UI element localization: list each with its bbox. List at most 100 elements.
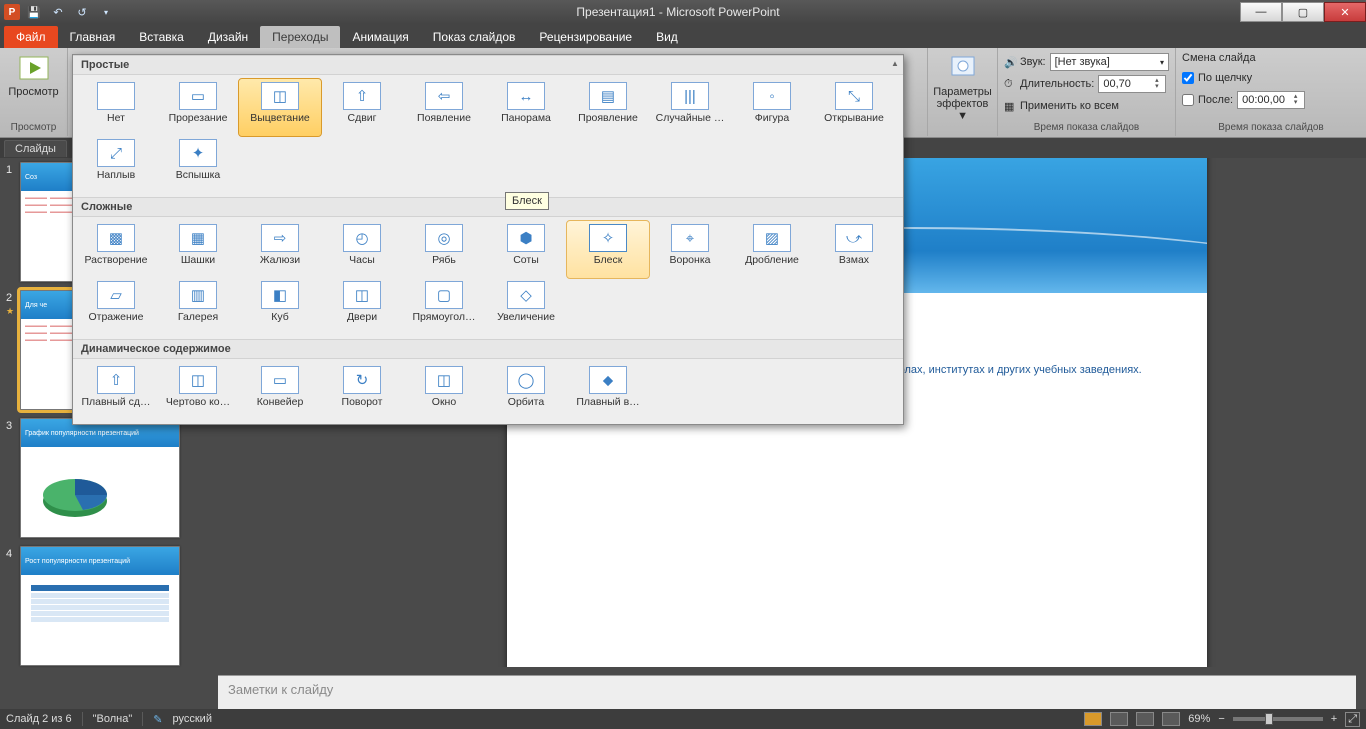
after-spinner[interactable]: 00:00,00▴▾ bbox=[1237, 91, 1305, 109]
transition-чертовоко[interactable]: ◫Чертово ко… bbox=[157, 363, 239, 420]
transition-часы[interactable]: ◴Часы bbox=[321, 221, 403, 278]
zoom-in-button[interactable]: + bbox=[1331, 713, 1337, 725]
transition-icon: ✦ bbox=[179, 139, 217, 167]
transition-наплыв[interactable]: ⤢Наплыв bbox=[75, 136, 157, 193]
gallery-scrollbar[interactable]: ▲ bbox=[889, 59, 901, 420]
transition-выцветание[interactable]: ◫Выцветание bbox=[239, 79, 321, 136]
transition-шашки[interactable]: ▦Шашки bbox=[157, 221, 239, 278]
qat-menu-icon[interactable]: ▾ bbox=[96, 3, 116, 21]
transition-сдвиг[interactable]: ⇧Сдвиг bbox=[321, 79, 403, 136]
transition-label: Рябь bbox=[432, 255, 456, 266]
transition-появление[interactable]: ⇦Появление bbox=[403, 79, 485, 136]
tab-insert[interactable]: Вставка bbox=[127, 26, 196, 48]
tab-review[interactable]: Рецензирование bbox=[527, 26, 644, 48]
minimize-button[interactable]: — bbox=[1240, 2, 1282, 22]
zoom-out-button[interactable]: − bbox=[1218, 713, 1224, 725]
theme-name: "Волна" bbox=[93, 713, 133, 725]
transition-жалюзи[interactable]: ⇨Жалюзи bbox=[239, 221, 321, 278]
transition-галерея[interactable]: ▥Галерея bbox=[157, 278, 239, 335]
duration-spinner[interactable]: 00,70▴▾ bbox=[1098, 75, 1166, 93]
slides-tab[interactable]: Слайды bbox=[4, 140, 67, 157]
transition-icon: ⇧ bbox=[343, 82, 381, 110]
undo-icon[interactable]: ↶ bbox=[48, 3, 68, 21]
gallery-category-header: Сложные bbox=[73, 197, 903, 217]
transition-icon: ↻ bbox=[343, 366, 381, 394]
spellcheck-icon[interactable]: ✎ bbox=[153, 713, 162, 726]
notes-pane[interactable]: Заметки к слайду bbox=[218, 675, 1356, 709]
tab-slideshow[interactable]: Показ слайдов bbox=[421, 26, 528, 48]
transition-icon: ◇ bbox=[507, 281, 545, 309]
transition-плавныйв[interactable]: ⬥Плавный в… bbox=[567, 363, 649, 420]
maximize-button[interactable]: ▢ bbox=[1282, 2, 1324, 22]
transition-взмах[interactable]: ⤻Взмах bbox=[813, 221, 895, 278]
transition-дробление[interactable]: ▨Дробление bbox=[731, 221, 813, 278]
tab-design[interactable]: Дизайн bbox=[196, 26, 260, 48]
transition-двери[interactable]: ◫Двери bbox=[321, 278, 403, 335]
transition-рябь[interactable]: ◎Рябь bbox=[403, 221, 485, 278]
transition-icon: ▥ bbox=[179, 281, 217, 309]
transition-label: Панорама bbox=[501, 113, 551, 124]
save-icon[interactable]: 💾 bbox=[24, 3, 44, 21]
transition-растворение[interactable]: ▩Растворение bbox=[75, 221, 157, 278]
preview-button[interactable]: Просмотр bbox=[6, 50, 62, 98]
tab-animation[interactable]: Анимация bbox=[340, 26, 420, 48]
transition-label: Прорезание bbox=[169, 113, 228, 124]
transition-label: Часы bbox=[349, 255, 375, 266]
zoom-slider[interactable] bbox=[1233, 717, 1323, 721]
close-button[interactable]: ✕ bbox=[1324, 2, 1366, 22]
ribbon-group-advance: Смена слайда По щелчку После: 00:00,00▴▾… bbox=[1176, 48, 1366, 136]
transition-куб[interactable]: ◧Куб bbox=[239, 278, 321, 335]
transition-label: Вспышка bbox=[176, 170, 221, 181]
transition-label: Шашки bbox=[181, 255, 215, 266]
transition-воронка[interactable]: ⌖Воронка bbox=[649, 221, 731, 278]
effect-options-icon bbox=[947, 52, 979, 84]
reading-view-button[interactable] bbox=[1136, 712, 1154, 726]
transitions-gallery[interactable]: ▲ ПростыеНет▭Прорезание◫Выцветание⇧Сдвиг… bbox=[72, 54, 904, 425]
after-row[interactable]: После: 00:00,00▴▾ bbox=[1182, 90, 1360, 110]
slideshow-view-button[interactable] bbox=[1162, 712, 1180, 726]
file-tab[interactable]: Файл bbox=[4, 26, 58, 48]
sound-icon: 🔊 bbox=[1004, 56, 1016, 68]
transition-блеск[interactable]: ✧Блеск bbox=[567, 221, 649, 278]
tab-transitions[interactable]: Переходы bbox=[260, 26, 340, 48]
transition-панорама[interactable]: ↔Панорама bbox=[485, 79, 567, 136]
transition-плавныйсд[interactable]: ⇧Плавный сд… bbox=[75, 363, 157, 420]
transition-поворот[interactable]: ↻Поворот bbox=[321, 363, 403, 420]
thumb-wrap[interactable]: 4Рост популярности презентаций bbox=[6, 546, 202, 666]
transition-icon: ▢ bbox=[425, 281, 463, 309]
fit-button[interactable]: ⤢ bbox=[1345, 712, 1360, 727]
transition-label: Плавный сд… bbox=[81, 397, 150, 408]
slide-thumbnail[interactable]: Рост популярности презентаций bbox=[20, 546, 180, 666]
transition-фигура[interactable]: ◦Фигура bbox=[731, 79, 813, 136]
transition-прорезание[interactable]: ▭Прорезание bbox=[157, 79, 239, 136]
thumb-wrap[interactable]: 3График популярности презентаций bbox=[6, 418, 202, 538]
transition-конвейер[interactable]: ▭Конвейер bbox=[239, 363, 321, 420]
transition-орбита[interactable]: ◯Орбита bbox=[485, 363, 567, 420]
transition-нет[interactable]: Нет bbox=[75, 79, 157, 136]
transition-открывание[interactable]: ⤡Открывание bbox=[813, 79, 895, 136]
transition-прямоугол[interactable]: ▢Прямоугол… bbox=[403, 278, 485, 335]
apply-all-button[interactable]: ▦ Применить ко всем bbox=[1004, 96, 1169, 116]
transition-проявление[interactable]: ▤Проявление bbox=[567, 79, 649, 136]
transition-окно[interactable]: ◫Окно bbox=[403, 363, 485, 420]
tab-view[interactable]: Вид bbox=[644, 26, 690, 48]
transition-соты[interactable]: ⬢Соты bbox=[485, 221, 567, 278]
sound-dropdown[interactable]: [Нет звука]▾ bbox=[1050, 53, 1169, 71]
after-checkbox[interactable] bbox=[1182, 94, 1194, 106]
on-click-row[interactable]: По щелчку bbox=[1182, 68, 1360, 88]
slide-thumbnail[interactable]: График популярности презентаций bbox=[20, 418, 180, 538]
transition-увеличение[interactable]: ◇Увеличение bbox=[485, 278, 567, 335]
zoom-percent[interactable]: 69% bbox=[1188, 713, 1210, 725]
sorter-view-button[interactable] bbox=[1110, 712, 1128, 726]
redo-icon[interactable]: ↺ bbox=[72, 3, 92, 21]
transition-случайные[interactable]: |||Случайные … bbox=[649, 79, 731, 136]
language-label[interactable]: русский bbox=[173, 713, 212, 725]
normal-view-button[interactable] bbox=[1084, 712, 1102, 726]
transition-label: Плавный в… bbox=[576, 397, 639, 408]
transition-отражение[interactable]: ▱Отражение bbox=[75, 278, 157, 335]
tab-home[interactable]: Главная bbox=[58, 26, 128, 48]
on-click-checkbox[interactable] bbox=[1182, 72, 1194, 84]
effect-options-button[interactable]: Параметры эффектов ▼ bbox=[931, 50, 994, 122]
transition-вспышка[interactable]: ✦ Вспышка bbox=[157, 136, 239, 193]
transition-label: Открывание bbox=[824, 113, 884, 124]
